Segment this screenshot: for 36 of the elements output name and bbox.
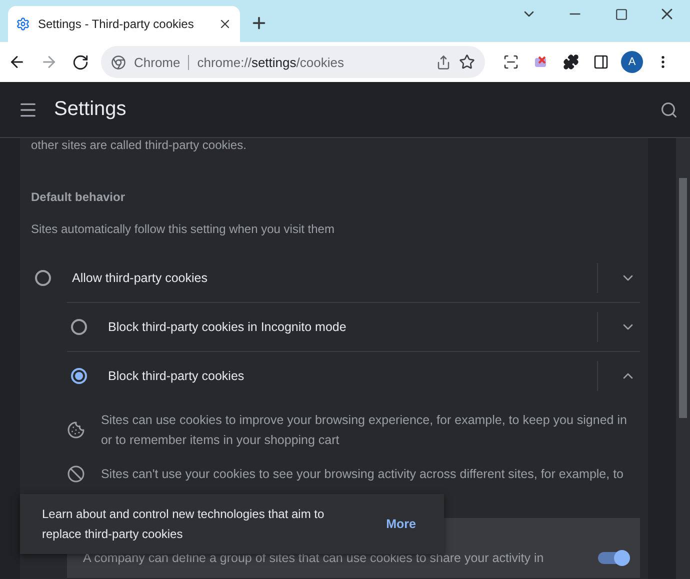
radio-button[interactable] — [71, 319, 87, 335]
site-chip: Chrome — [134, 54, 190, 70]
maximize-icon[interactable] — [614, 8, 628, 20]
detail-text: Sites can't use your cookies to see your browsing activity across different sites, for example, to — [100, 466, 625, 483]
browser-logo-icon — [111, 54, 126, 70]
radio-button[interactable] — [71, 368, 87, 384]
share-icon[interactable] — [436, 54, 451, 70]
reload-icon[interactable] — [72, 54, 89, 70]
search-icon[interactable] — [660, 100, 678, 118]
toggle-switch[interactable] — [598, 552, 628, 564]
star-icon[interactable] — [459, 54, 475, 70]
section-title: Default behavior — [31, 190, 126, 204]
profile-avatar[interactable]: A — [621, 51, 643, 73]
radio-button[interactable] — [35, 270, 51, 286]
option-label[interactable]: Block third-party cookies — [108, 369, 597, 383]
close-icon[interactable] — [218, 17, 232, 31]
block-icon — [67, 465, 85, 483]
browser-tab[interactable]: Settings - Third-party cookies — [8, 6, 240, 42]
plus-icon[interactable] — [250, 14, 268, 32]
url-text: chrome://settings/cookies — [197, 54, 345, 70]
option-label[interactable]: Block third-party cookies in Incognito mode — [108, 320, 597, 334]
puzzle-icon[interactable] — [561, 52, 581, 72]
gear-icon — [16, 17, 30, 31]
page-title: Settings — [54, 98, 128, 121]
more-button[interactable]: More — [378, 513, 424, 535]
detail-text: Sites can use cookies to improve your browsing experience, for example, to keep you signed in or to remember items in your shopping cart — [100, 412, 628, 449]
section-subtitle: Sites automatically follow this setting when you visit them — [31, 222, 336, 236]
forward-icon[interactable] — [40, 53, 58, 71]
toast-message: Learn about and control new technologies that aim to replace third-party cookies — [42, 506, 326, 543]
back-icon[interactable] — [8, 53, 26, 71]
scrollbar[interactable] — [676, 138, 690, 579]
cookie-icon — [67, 421, 85, 439]
intro-text: other sites are called third-party cookies. — [31, 138, 248, 152]
option-label[interactable]: Allow third-party cookies — [72, 271, 597, 285]
address-bar[interactable]: Chrome chrome://settings/cookies — [101, 46, 485, 78]
tab-title: Settings - Third-party cookies — [38, 17, 195, 31]
